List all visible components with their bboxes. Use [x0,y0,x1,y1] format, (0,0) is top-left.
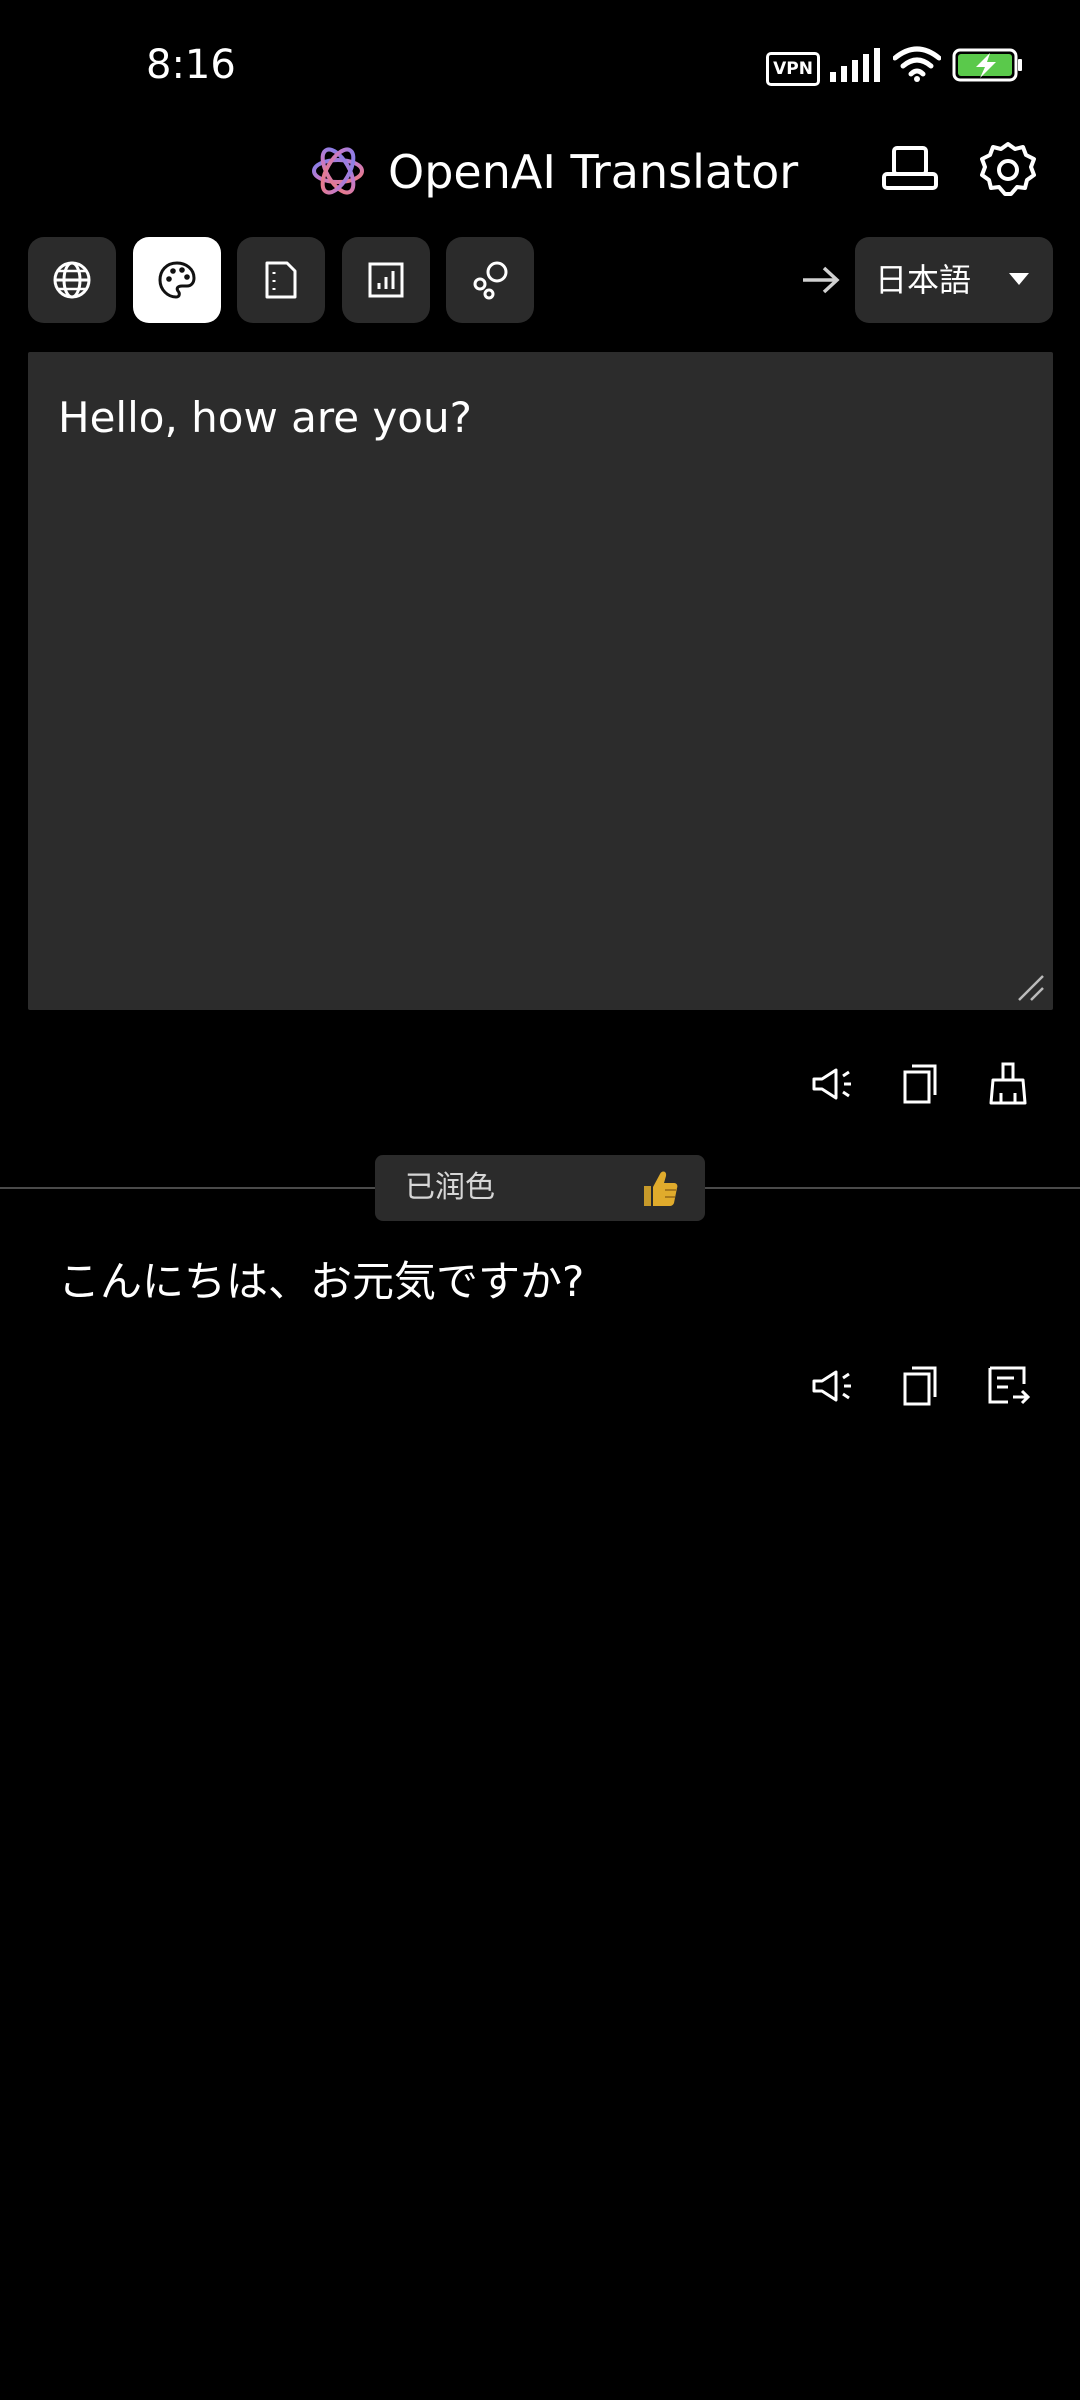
wifi-icon [893,46,941,82]
arrow-right-icon [803,266,840,294]
settings-button[interactable] [978,140,1038,200]
speak-result-button[interactable] [808,1362,856,1410]
printer-icon [882,146,938,190]
resize-handle-icon[interactable] [1017,974,1045,1002]
battery-icon [952,48,1022,82]
speak-source-button[interactable] [808,1060,856,1108]
signal-icon [830,48,880,82]
chart-icon [368,262,404,298]
result-status-chip: 已润色 [375,1155,705,1221]
thumbs-up-icon [644,1171,678,1206]
globe-icon [53,261,91,299]
source-text-input[interactable]: Hello, how are you? [28,352,1053,1010]
vpn-badge: VPN [766,52,820,86]
copy-source-button[interactable] [896,1060,944,1108]
history-button[interactable] [880,145,940,195]
source-text: Hello, how are you? [58,393,472,442]
bubbles-icon [473,261,508,300]
dropdown-triangle-icon [1009,273,1029,285]
document-icon [265,261,297,299]
mode-polish-button[interactable] [133,237,221,323]
mode-translate-button[interactable] [28,237,116,323]
broom-icon [989,1062,1027,1105]
openai-logo-icon [312,147,364,195]
mode-analyze-button[interactable] [342,237,430,323]
speaker-icon [812,1068,851,1100]
app-title: OpenAI Translator [388,145,799,199]
palette-icon [158,261,196,299]
status-time: 8:16 [146,42,236,88]
result-status-label: 已润色 [405,1170,495,1205]
use-result-button[interactable] [984,1362,1032,1410]
translation-result-text: こんにちは、お元気ですか? [58,1257,585,1306]
text-arrow-icon [988,1366,1031,1405]
speaker-icon [812,1370,851,1402]
mode-explain-button[interactable] [446,237,534,323]
clear-source-button[interactable] [984,1060,1032,1108]
target-language-label: 日本語 [875,261,972,299]
target-language-select[interactable]: 日本語 [855,237,1053,323]
copy-result-button[interactable] [896,1362,944,1410]
gear-icon [980,142,1036,196]
mode-summarize-button[interactable] [237,237,325,323]
copy-icon [903,1366,937,1406]
copy-icon [903,1064,937,1104]
